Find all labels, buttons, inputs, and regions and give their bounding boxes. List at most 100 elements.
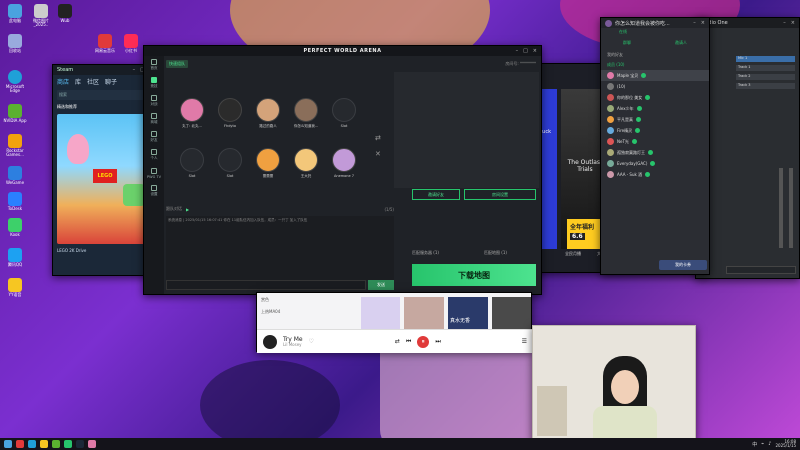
member-item[interactable]: 你的那位 美女: [601, 92, 709, 103]
chat-input[interactable]: [166, 280, 366, 290]
invite-friends-button[interactable]: 邀请好友: [412, 189, 460, 200]
studio-track[interactable]: Track 3: [736, 83, 795, 89]
studio-fader[interactable]: [789, 168, 793, 248]
previous-icon[interactable]: ⏮: [406, 338, 411, 346]
shuffle-icon[interactable]: ⇄: [395, 338, 400, 345]
tab-quick-team[interactable]: 快速组队: [166, 60, 188, 68]
taskbar-app-icon[interactable]: [64, 440, 72, 448]
chat-titlebar[interactable]: 你怎么知道我会被你吃... – ×: [601, 18, 709, 28]
nav-home[interactable]: 首页: [144, 56, 164, 74]
team-slot-empty[interactable]: Slot: [326, 94, 362, 128]
shuffle-icon[interactable]: ✕: [375, 150, 381, 158]
member-item[interactable]: Everyday(GAC): [601, 158, 709, 169]
album-art[interactable]: [263, 334, 277, 349]
desktop-icon[interactable]: 腾讯QQ: [2, 248, 28, 267]
pause-button[interactable]: ⏸: [417, 335, 430, 348]
taskbar-app-icon[interactable]: [16, 440, 24, 448]
studio-fader[interactable]: [779, 168, 783, 248]
nav-compete[interactable]: 竞技: [144, 74, 164, 92]
playlist-icon[interactable]: ☰: [522, 338, 527, 345]
input-language[interactable]: 中: [752, 441, 757, 448]
volume-icon[interactable]: ♪: [768, 441, 771, 447]
team-slot[interactable]: 你怎么知道我...: [288, 94, 324, 129]
team-slot-empty[interactable]: Slot: [212, 144, 248, 178]
team-slot[interactable]: 王大托: [288, 144, 324, 179]
steam-menu-community[interactable]: 社区: [87, 77, 99, 86]
my-coupons-button[interactable]: 我的卡券: [659, 260, 707, 270]
team-slot[interactable]: Fhdyto: [212, 94, 248, 128]
recommend-card[interactable]: [404, 297, 444, 329]
system-clock[interactable]: 16:08 2025/1/15: [775, 440, 796, 448]
minimize-icon[interactable]: –: [516, 48, 519, 54]
nav-friends[interactable]: 好友: [144, 128, 164, 146]
nav-profile[interactable]: 个人: [144, 146, 164, 164]
steam-menu-chat[interactable]: 聊子: [105, 77, 117, 86]
taskbar-app-icon[interactable]: [28, 440, 36, 448]
desktop-icon[interactable]: Rockstar Games...: [2, 134, 28, 158]
nav-pwgtv[interactable]: PWG TV: [144, 164, 164, 182]
recommend-card[interactable]: 真水无香: [447, 297, 488, 329]
desktop-icon[interactable]: Wub: [52, 4, 78, 23]
member-item[interactable]: Fire精灵: [601, 125, 709, 136]
team-slot-empty[interactable]: Slot: [174, 144, 210, 178]
taskbar-app-icon[interactable]: [88, 440, 96, 448]
recommend-card[interactable]: [491, 297, 531, 329]
team-slot[interactable]: 蕾蕾蕾: [250, 144, 286, 179]
taskbar-app-icon[interactable]: [76, 440, 84, 448]
room-settings-button[interactable]: 房间设置: [464, 189, 536, 200]
studio-track[interactable]: Track 2: [736, 74, 795, 80]
minimize-icon[interactable]: –: [693, 20, 696, 26]
taskbar-app-icon[interactable]: [52, 440, 60, 448]
play-icon[interactable]: ▶: [186, 207, 189, 212]
voice-chat-window[interactable]: 你怎么知道我会被你吃... – × 在线 群聊 邀请人 我的好友 成员 (10) …: [600, 17, 710, 275]
studio-track[interactable]: Track 1: [736, 65, 795, 71]
tab-group-chat[interactable]: 群聊: [623, 40, 631, 46]
match-map-select[interactable]: 匹配地图 (1): [484, 250, 507, 256]
desktop-icon[interactable]: WeGame: [2, 166, 28, 185]
desktop-icon[interactable]: ToDesk: [2, 192, 28, 211]
member-item[interactable]: Maple 宝贝: [601, 70, 709, 81]
member-item[interactable]: 孤独寂寞路灯王: [601, 147, 709, 158]
steam-menu-library[interactable]: 库: [75, 77, 81, 86]
studio-track[interactable]: Mic 1: [736, 56, 795, 62]
music-player-window[interactable]: 真水无香 赏色 上热MA04 Try Me Lil Mosey ♡ ⇄ ⏮ ⏸ …: [256, 292, 533, 353]
desktop-icon[interactable]: 此电脑: [2, 4, 28, 23]
desktop-icon[interactable]: 回收站: [2, 34, 28, 53]
desktop-icon[interactable]: 网易云音乐: [92, 34, 118, 53]
like-icon[interactable]: ♡: [309, 338, 314, 345]
recommend-card[interactable]: [361, 297, 401, 329]
studio-transport[interactable]: [726, 266, 796, 274]
minimize-icon[interactable]: –: [783, 20, 786, 26]
desktop-icon[interactable]: YY语音: [2, 278, 28, 297]
desktop-icon[interactable]: 小红书: [118, 34, 144, 53]
steam-search-input[interactable]: 搜索: [57, 90, 154, 100]
studio-one-window[interactable]: Studio One – × Mic 1 Track 1 Track 2 Trac…: [695, 17, 800, 279]
taskbar-app-icon[interactable]: [40, 440, 48, 448]
download-map-button[interactable]: 下载地图: [412, 264, 536, 286]
studio-titlebar[interactable]: Studio One – ×: [696, 18, 799, 28]
send-button[interactable]: 发送: [368, 280, 394, 290]
team-slot[interactable]: 丸丁: 北丸...: [174, 94, 210, 129]
featured-game-banner[interactable]: LEGO: [57, 114, 154, 244]
windows-start-icon[interactable]: [4, 440, 12, 448]
desktop-icon[interactable]: Microsoft Edge: [2, 70, 28, 94]
close-icon[interactable]: ×: [701, 20, 705, 26]
nav-settings[interactable]: 设置: [144, 182, 164, 200]
tab-invite[interactable]: 邀请人: [675, 40, 687, 46]
steam-menu-store[interactable]: 商店: [57, 77, 69, 86]
network-icon[interactable]: ⌁: [761, 441, 764, 447]
member-item[interactable]: Alex少年: [601, 103, 709, 114]
member-item[interactable]: (10): [601, 81, 709, 92]
team-slot[interactable]: Anemone 7: [326, 144, 362, 178]
desktop-icon[interactable]: Kook: [2, 218, 28, 237]
next-icon[interactable]: ⏭: [435, 338, 440, 346]
match-server-select[interactable]: 匹配服务器 (1): [412, 250, 439, 256]
desktop-icon[interactable]: NVIDIA App: [2, 104, 28, 123]
swap-icon[interactable]: ⇄: [375, 134, 381, 142]
desktop-icon[interactable]: 微信图片_2025..: [28, 4, 54, 28]
perfect-world-arena-window[interactable]: PERFECT WORLD ARENA – □ × 首页 竞技 对战 商城 好友 个…: [143, 45, 542, 295]
member-item[interactable]: NeT光: [601, 136, 709, 147]
minimize-icon[interactable]: –: [133, 67, 136, 73]
member-item[interactable]: AAA - Suk 酒: [601, 169, 709, 180]
nav-battle[interactable]: 对战: [144, 92, 164, 110]
